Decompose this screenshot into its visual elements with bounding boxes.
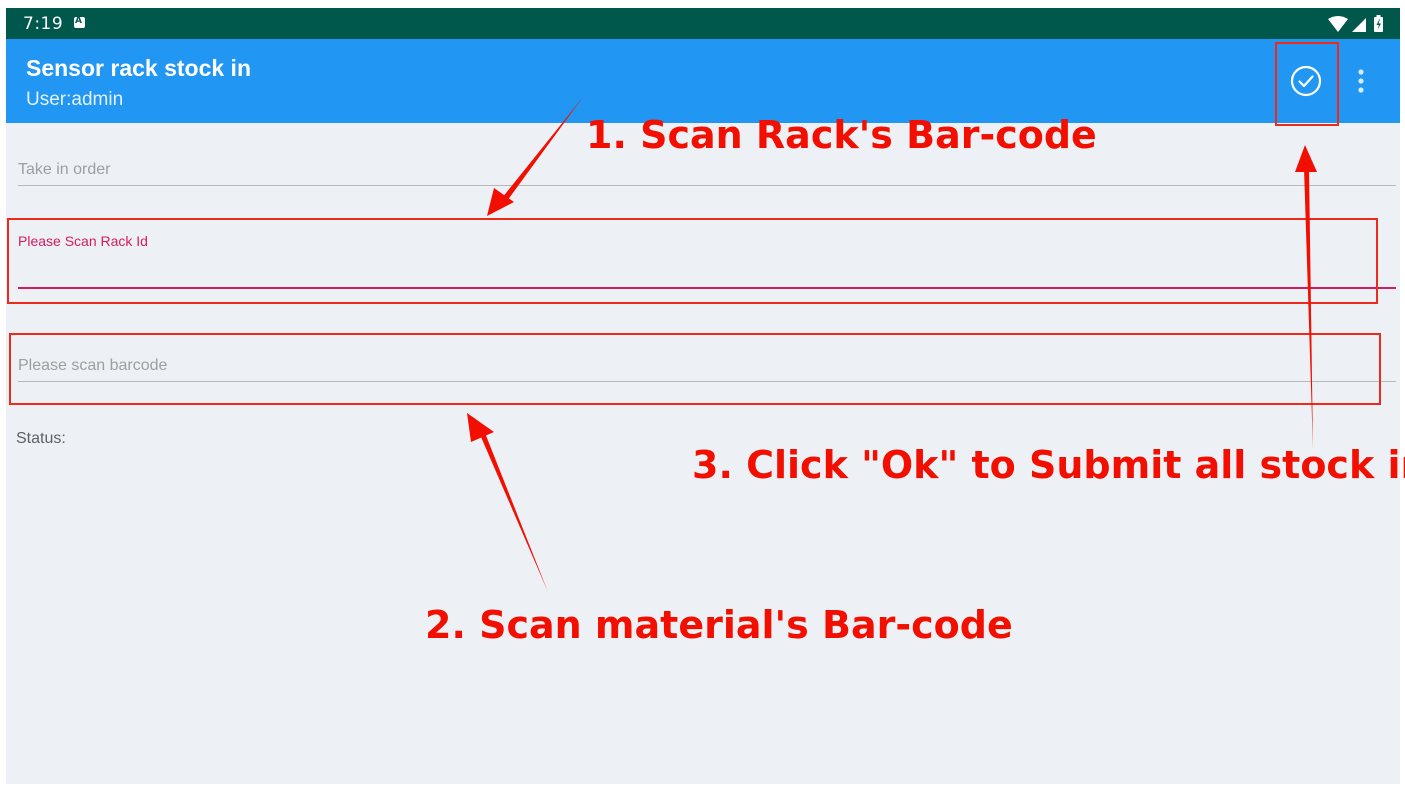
status-bar: 7:19 A	[6, 8, 1400, 39]
wifi-icon	[1328, 16, 1348, 32]
signal-icon	[1352, 18, 1366, 32]
step2-annotation: 2. Scan material's Bar-code	[425, 603, 1013, 647]
status-icons	[1328, 15, 1383, 32]
overflow-menu-icon[interactable]	[1349, 67, 1373, 97]
take-in-order-placeholder: Take in order	[18, 161, 111, 178]
app-bar: Sensor rack stock in User:admin	[6, 39, 1400, 123]
barcode-field-highlight-box	[9, 333, 1381, 405]
ok-button-highlight-box	[1275, 42, 1339, 126]
status-label: Status:	[16, 430, 66, 447]
app-title: Sensor rack stock in	[26, 55, 251, 81]
status-time: 7:19	[23, 14, 64, 34]
step3-annotation: 3. Click "Ok" to Submit all stock in	[692, 443, 1405, 487]
battery-icon	[1374, 15, 1383, 32]
step1-annotation: 1. Scan Rack's Bar-code	[586, 113, 1097, 157]
app-subtitle: User:admin	[26, 89, 124, 110]
field-underline	[18, 185, 1396, 186]
rack-field-highlight-box	[7, 218, 1378, 304]
a-notification-icon: A	[74, 16, 85, 28]
